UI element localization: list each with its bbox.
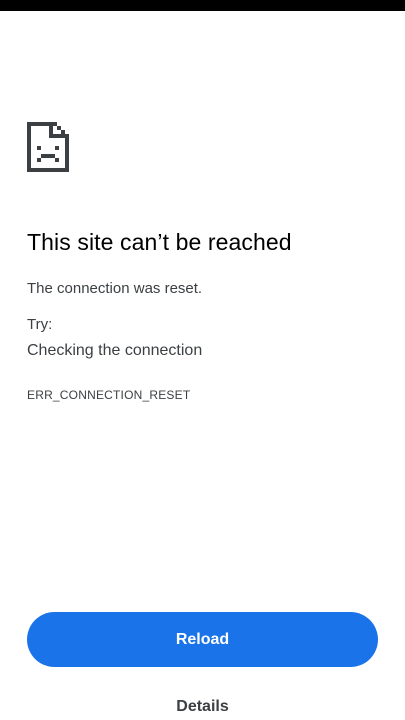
error-code: ERR_CONNECTION_RESET (27, 388, 191, 402)
try-label: Try: (27, 316, 53, 333)
error-description: The connection was reset. (27, 280, 203, 297)
error-page: This site can’t be reached The connectio… (0, 0, 405, 720)
status-bar (0, 0, 405, 11)
suggestion-check-connection: Checking the connection (27, 342, 203, 359)
error-title: This site can’t be reached (27, 229, 292, 255)
reload-button[interactable]: Reload (27, 612, 378, 667)
sad-page-icon (27, 122, 69, 172)
details-button[interactable]: Details (0, 696, 405, 718)
